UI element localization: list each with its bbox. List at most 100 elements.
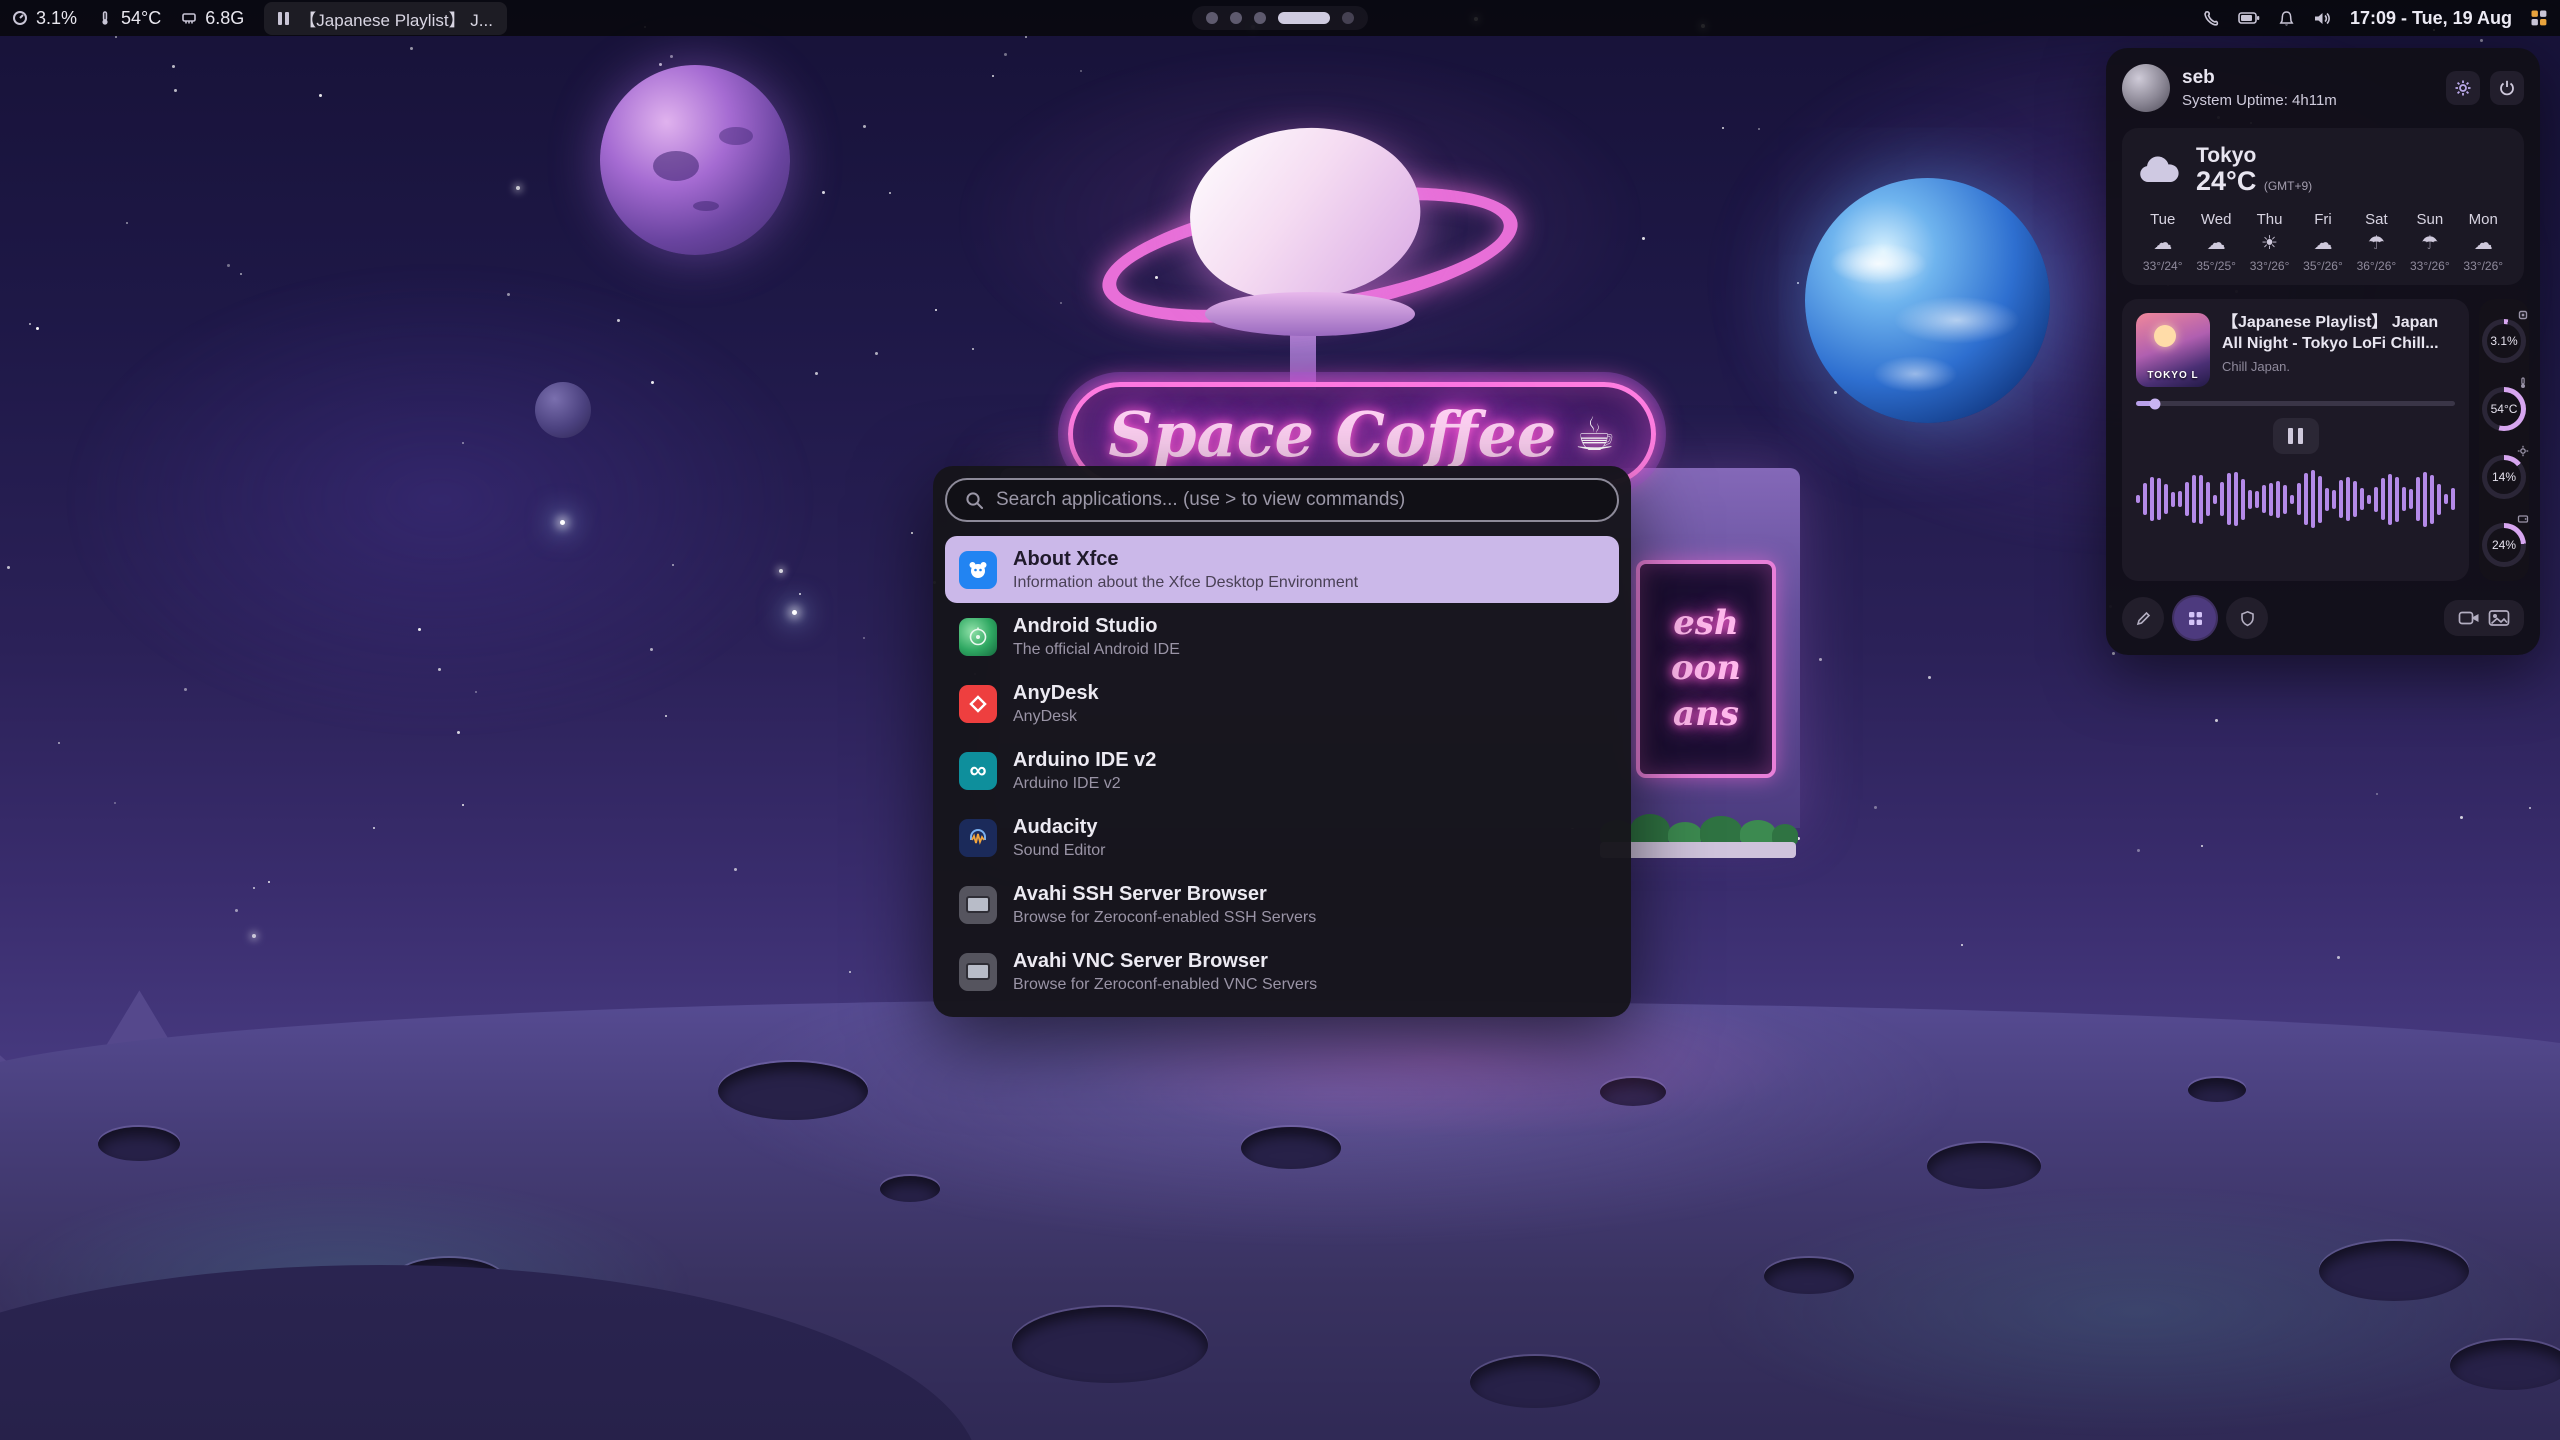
star [1758, 128, 1760, 130]
result-anydesk[interactable]: AnyDeskAnyDesk [945, 670, 1619, 737]
cpu-indicator[interactable]: 3.1% [12, 8, 77, 29]
apps-grid-icon[interactable] [2530, 9, 2548, 27]
star [2460, 816, 2463, 819]
result-arduino[interactable]: ∞ Arduino IDE v2Arduino IDE v2 [945, 737, 1619, 804]
result-desc: Arduino IDE v2 [1013, 775, 1156, 793]
window-neon-text: ans [1673, 696, 1739, 733]
audacity-icon [959, 819, 997, 857]
crater [2450, 1340, 2560, 1390]
weather-icon: ☁ [2313, 234, 2332, 253]
disk-usage-gauge: 24% [2479, 513, 2529, 571]
play-pause-button[interactable] [2273, 418, 2319, 454]
star [462, 442, 464, 444]
crater [98, 1127, 180, 1161]
star [126, 222, 128, 224]
star [2201, 845, 2203, 847]
cpu-usage-gauge: 3.1% [2479, 309, 2529, 367]
star [36, 327, 39, 330]
edit-button[interactable] [2122, 597, 2164, 639]
star [972, 348, 974, 350]
result-about-xfce[interactable]: About XfceInformation about the Xfce Des… [945, 536, 1619, 603]
result-desc: Sound Editor [1013, 842, 1106, 860]
android-studio-icon [959, 618, 997, 656]
result-avahi-ssh[interactable]: Avahi SSH Server BrowserBrowse for Zeroc… [945, 871, 1619, 938]
topbar-music-widget[interactable]: 【Japanese Playlist】 J... [264, 2, 507, 35]
forecast-day: Sat☂36°/26° [2350, 211, 2403, 273]
search-bar[interactable] [945, 478, 1619, 522]
star [58, 742, 60, 744]
temp-indicator[interactable]: 54°C [97, 8, 161, 29]
album-art: TOKYO L [2136, 313, 2210, 387]
memory-icon [181, 10, 197, 26]
star [1819, 658, 1822, 661]
star [1060, 302, 1062, 304]
result-title: About Xfce [1013, 548, 1358, 571]
thermometer-icon [97, 10, 113, 26]
star [240, 273, 242, 275]
clock[interactable]: 17:09 - Tue, 19 Aug [2350, 8, 2512, 29]
star [268, 881, 270, 883]
shop-window: esh oon ans [1636, 560, 1776, 778]
crater [880, 1176, 940, 1202]
star [319, 94, 322, 97]
search-input[interactable] [996, 489, 1599, 511]
result-title: Arduino IDE v2 [1013, 749, 1156, 772]
settings-button[interactable] [2446, 71, 2480, 105]
gauge-value: 24% [2487, 528, 2521, 562]
star [516, 186, 520, 190]
weather-temp: 24°C [2196, 166, 2256, 196]
music-player-widget: TOKYO L 【Japanese Playlist】 Japan All Ni… [2122, 299, 2469, 581]
phone-icon[interactable] [2202, 9, 2220, 27]
sparkle [792, 610, 797, 615]
star [799, 593, 801, 595]
workspace-dot[interactable] [1230, 12, 1242, 24]
temperature-gauge: 54°C [2479, 377, 2529, 435]
result-title: Avahi VNC Server Browser [1013, 950, 1317, 973]
crater [718, 1062, 868, 1120]
power-button[interactable] [2490, 71, 2524, 105]
forecast-day: Fri☁35°/26° [2296, 211, 2349, 273]
memory-indicator[interactable]: 6.8G [181, 8, 244, 29]
star [1080, 70, 1082, 72]
pause-icon [278, 12, 289, 25]
avatar [2122, 64, 2170, 112]
volume-icon[interactable] [2313, 10, 2332, 27]
system-gauges: 3.1% 54°C 14% 24% [2479, 299, 2529, 581]
crater [2319, 1241, 2469, 1301]
result-android-studio[interactable]: Android StudioThe official Android IDE [945, 603, 1619, 670]
star [2480, 39, 2483, 42]
star [1834, 391, 1837, 394]
star [438, 668, 441, 671]
user-section: seb System Uptime: 4h11m [2122, 64, 2524, 112]
star [672, 564, 674, 566]
star [253, 887, 255, 889]
crater [1012, 1307, 1208, 1383]
topbar-music-label: 【Japanese Playlist】 J... [299, 6, 493, 31]
track-title: 【Japanese Playlist】 Japan All Night - To… [2222, 313, 2455, 355]
result-title: Avahi SSH Server Browser [1013, 883, 1316, 906]
star [2112, 652, 2115, 655]
cpu-icon [2517, 309, 2529, 321]
server-browser-icon [959, 953, 997, 991]
screen-record-button[interactable] [2458, 608, 2480, 628]
workspace-dot[interactable] [1206, 12, 1218, 24]
star [822, 191, 825, 194]
workspace-active-pill[interactable] [1278, 12, 1330, 24]
star [410, 47, 413, 50]
apps-button[interactable] [2174, 597, 2216, 639]
star [911, 532, 913, 534]
coffee-cup-icon: ☕ [1574, 407, 1615, 461]
star [617, 319, 620, 322]
track-progress-bar[interactable] [2136, 401, 2455, 406]
result-avahi-vnc[interactable]: Avahi VNC Server BrowserBrowse for Zeroc… [945, 938, 1619, 1005]
shield-button[interactable] [2226, 597, 2268, 639]
bell-icon[interactable] [2278, 10, 2295, 27]
screenshot-button[interactable] [2488, 608, 2510, 628]
result-audacity[interactable]: AudacitySound Editor [945, 804, 1619, 871]
purple-planet [600, 65, 790, 255]
workspace-dot[interactable] [1342, 12, 1354, 24]
weather-cloud-icon [2136, 154, 2182, 186]
workspace-dot[interactable] [1254, 12, 1266, 24]
sparkle [560, 520, 565, 525]
battery-icon[interactable] [2238, 10, 2260, 26]
